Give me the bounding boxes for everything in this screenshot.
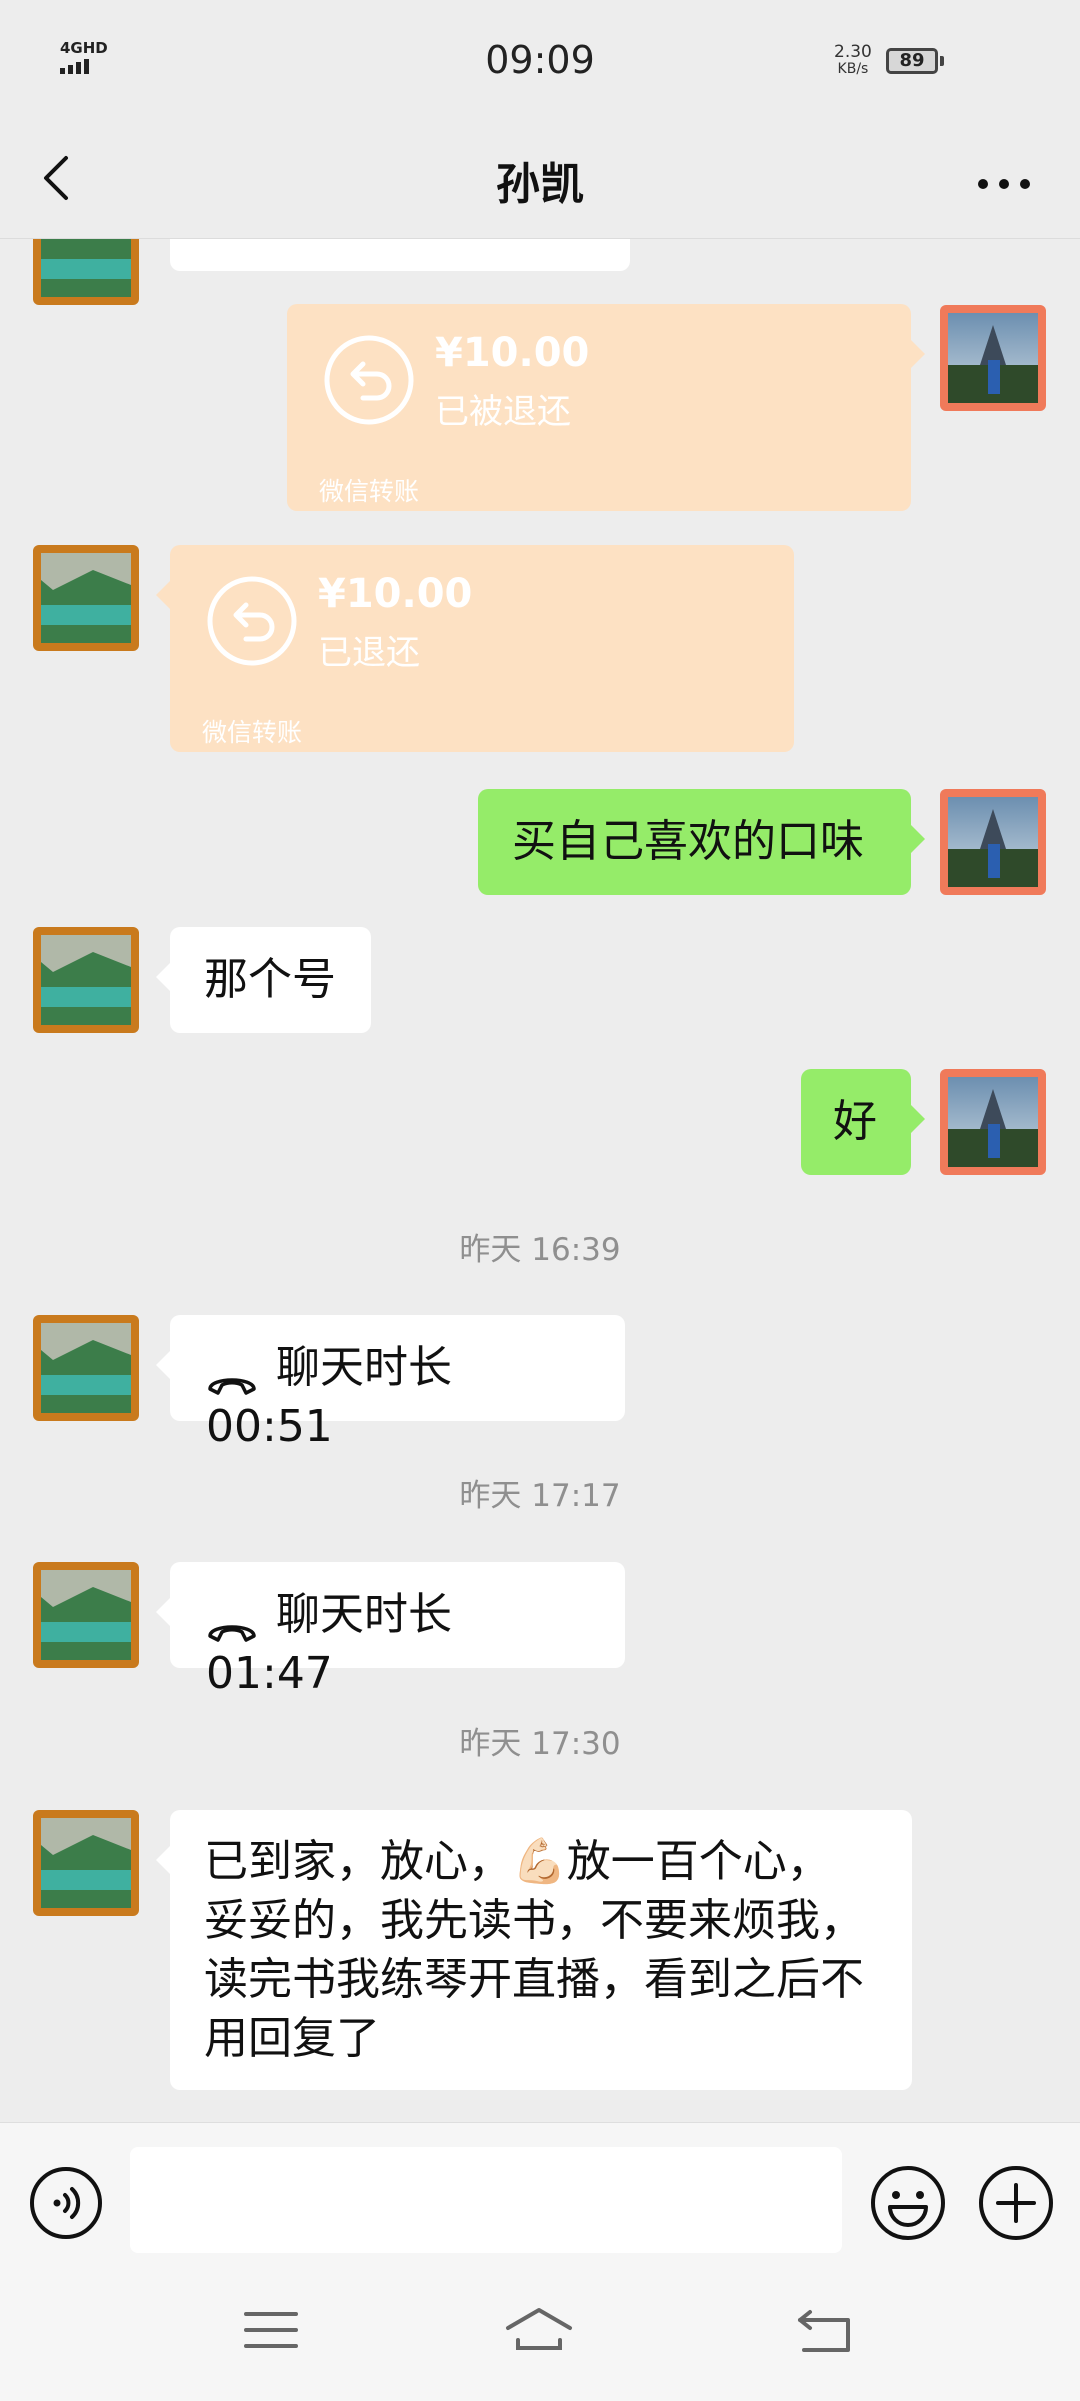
status-bar: 4GHD 09:09 2.30 KB/s 89 <box>0 0 1080 120</box>
transfer-status: 已被退还 <box>435 392 571 432</box>
transfer-status: 已退还 <box>318 633 420 673</box>
call-record-bubble[interactable]: 聊天时长 01:47 <box>156 1562 625 1699</box>
chat-header: 孙凯 <box>0 120 1080 239</box>
my-avatar[interactable] <box>940 789 1046 895</box>
message-bubble[interactable]: 那个号 <box>156 927 371 1033</box>
refund-icon <box>323 334 415 426</box>
menu-icon[interactable] <box>236 2300 306 2360</box>
transfer-source: 微信转账 <box>319 477 420 506</box>
message-input[interactable] <box>130 2147 842 2253</box>
call-record-bubble[interactable]: 聊天时长 00:51 <box>156 1315 625 1452</box>
timestamp: 昨天 17:17 <box>459 1478 621 1514</box>
system-navigation <box>0 2270 1080 2400</box>
home-icon[interactable] <box>504 2300 574 2360</box>
battery-icon: 89 <box>886 48 938 74</box>
contact-avatar[interactable] <box>33 927 139 1033</box>
bubble-tail <box>911 1105 925 1133</box>
message-line: 已到家，放心，💪🏻放一百个心， <box>204 1836 831 1887</box>
bubble-tail <box>156 1351 170 1379</box>
contact-avatar[interactable] <box>33 239 139 305</box>
message-line: 读完书我练琴开直播，看到之后不 <box>204 1954 864 2005</box>
my-avatar[interactable] <box>940 305 1046 411</box>
message-text: 那个号 <box>204 954 336 1005</box>
phone-icon <box>206 1355 258 1395</box>
message-text: 好 <box>833 1096 877 1147</box>
message-bubble[interactable]: 已到家，放心，💪🏻放一百个心， 妥妥的，我先读书，不要来烦我， 读完书我练琴开直… <box>156 1810 912 2090</box>
bubble-tail <box>911 825 925 853</box>
message-line: 妥妥的，我先读书，不要来烦我， <box>204 1895 864 1946</box>
phone-icon <box>206 1602 258 1642</box>
bubble-tail <box>156 1598 170 1626</box>
timestamp: 昨天 16:39 <box>459 1232 621 1268</box>
partial-message-bubble[interactable] <box>170 239 630 271</box>
emoji-icon[interactable] <box>868 2163 948 2243</box>
my-avatar[interactable] <box>940 1069 1046 1175</box>
transfer-bubble[interactable]: ¥10.00 已被退还 微信转账 <box>287 304 925 511</box>
bubble-tail <box>156 1846 170 1874</box>
contact-avatar[interactable] <box>33 545 139 651</box>
speed-unit: KB/s <box>837 61 869 77</box>
message-bubble[interactable]: 好 <box>801 1069 925 1175</box>
voice-icon[interactable] <box>28 2165 104 2241</box>
more-dots-icon[interactable] <box>966 148 1046 208</box>
contact-avatar[interactable] <box>33 1315 139 1421</box>
transfer-bubble[interactable]: ¥10.00 已退还 微信转账 <box>156 545 794 752</box>
back-icon[interactable] <box>790 2300 860 2360</box>
transfer-source: 微信转账 <box>202 718 303 747</box>
chat-title: 孙凯 <box>496 159 584 210</box>
speed-value: 2.30 <box>834 42 872 62</box>
message-list[interactable]: ¥10.00 已被退还 微信转账 ¥10.00 已退还 微信转账 买自己喜欢的口… <box>0 239 1080 2119</box>
transfer-amount: ¥10.00 <box>318 571 473 617</box>
timestamp: 昨天 17:30 <box>459 1726 621 1762</box>
transfer-amount: ¥10.00 <box>435 330 590 376</box>
network-speed: 2.30 KB/s <box>834 44 872 78</box>
message-bubble[interactable]: 买自己喜欢的口味 <box>478 789 925 895</box>
chevron-left-icon[interactable] <box>30 148 90 208</box>
bubble-tail <box>156 581 170 609</box>
contact-avatar[interactable] <box>33 1810 139 1916</box>
message-text: 买自己喜欢的口味 <box>512 816 864 867</box>
refund-icon <box>206 575 298 667</box>
bubble-tail <box>156 963 170 991</box>
plus-icon[interactable] <box>976 2163 1056 2243</box>
message-line: 用回复了 <box>204 2013 380 2064</box>
battery-tip <box>940 56 944 66</box>
bubble-tail <box>911 340 925 368</box>
contact-avatar[interactable] <box>33 1562 139 1668</box>
